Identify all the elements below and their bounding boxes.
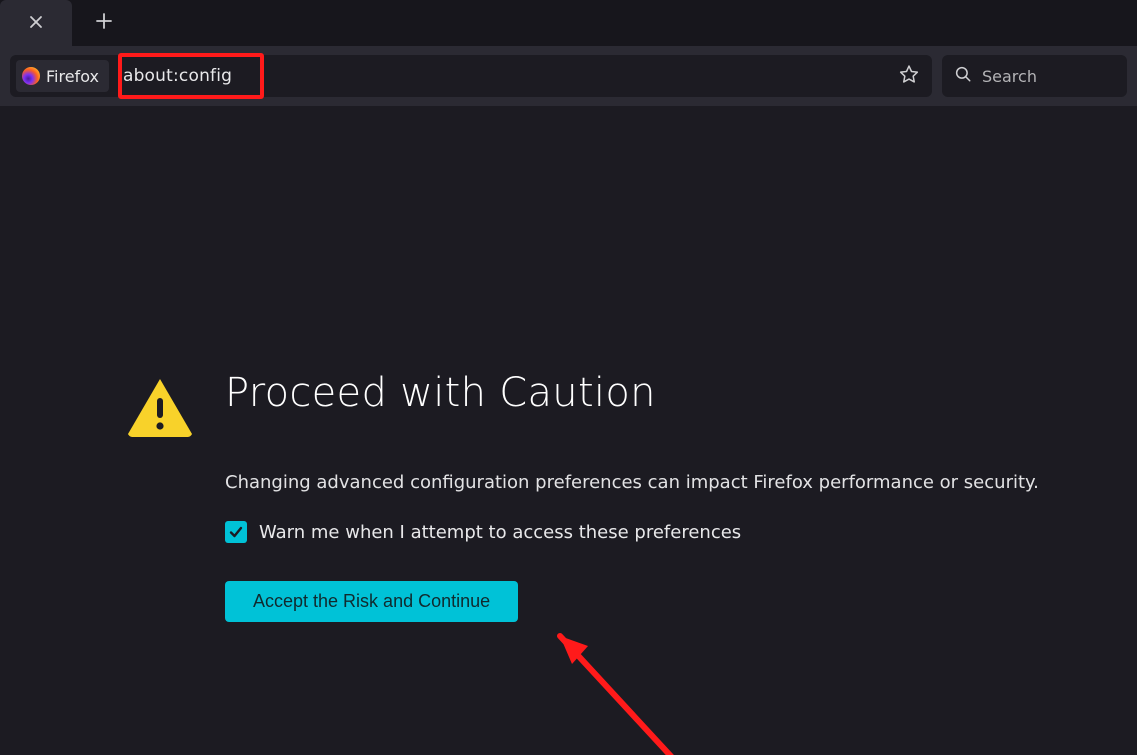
accept-button[interactable]: Accept the Risk and Continue — [225, 581, 518, 622]
tab-strip — [0, 0, 1137, 46]
annotation-arrow-icon — [530, 616, 710, 755]
star-icon — [899, 64, 919, 88]
config-warning-panel: Proceed with Caution Changing advanced c… — [125, 376, 1039, 622]
page-content: Proceed with Caution Changing advanced c… — [0, 106, 1137, 755]
url-text: about:config — [123, 66, 232, 86]
active-tab[interactable] — [0, 0, 72, 46]
bookmark-star-button[interactable] — [892, 59, 926, 93]
search-placeholder: Search — [982, 67, 1037, 86]
firefox-icon — [22, 67, 40, 85]
navigation-toolbar: Firefox about:config Search — [0, 46, 1137, 106]
close-icon[interactable] — [29, 14, 43, 33]
warn-checkbox-label: Warn me when I attempt to access these p… — [259, 522, 741, 543]
identity-chip[interactable]: Firefox — [16, 60, 109, 92]
warning-triangle-icon — [125, 376, 195, 440]
identity-label: Firefox — [46, 67, 99, 86]
new-tab-button[interactable] — [84, 3, 124, 43]
search-icon — [954, 65, 972, 87]
warning-heading: Proceed with Caution — [225, 370, 1039, 416]
plus-icon — [96, 13, 112, 33]
warn-checkbox[interactable] — [225, 521, 247, 543]
warn-checkbox-row[interactable]: Warn me when I attempt to access these p… — [225, 521, 1039, 543]
url-bar[interactable]: Firefox about:config — [10, 55, 932, 97]
search-bar[interactable]: Search — [942, 55, 1127, 97]
warning-description: Changing advanced configuration preferen… — [225, 472, 1039, 493]
warning-panel-body: Proceed with Caution Changing advanced c… — [225, 376, 1039, 622]
